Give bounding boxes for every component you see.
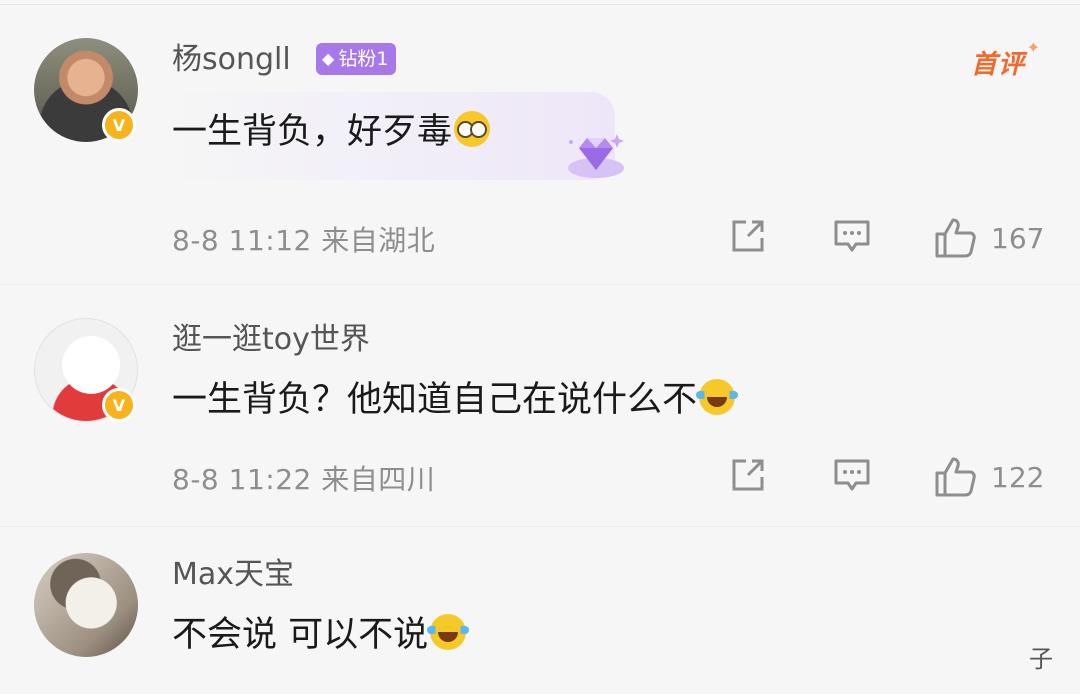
comment-text: 不会说 可以不说 <box>172 611 470 659</box>
first-comment-tag: 首评 ✦ <box>970 38 1040 81</box>
like-button[interactable]: 167 <box>933 216 1044 260</box>
fan-badge[interactable]: ◆ 钻粉1 <box>316 43 397 75</box>
username[interactable]: 杨songll <box>172 43 291 77</box>
divider <box>0 284 1080 285</box>
comment-text: 一生背负？他知道自己在说什么不 <box>172 376 739 424</box>
share-icon <box>732 220 764 252</box>
comment-text: 一生背负，好歹毒 <box>172 108 491 156</box>
diamond-decoration-icon <box>568 134 624 178</box>
verified-badge-icon: V <box>102 388 136 422</box>
username[interactable]: Max天宝 <box>172 558 294 592</box>
like-count: 122 <box>991 460 1045 494</box>
comment-icon <box>834 220 870 252</box>
comment-meta: 8-8 11:22 来自四川 <box>172 458 435 498</box>
reply-button[interactable] <box>832 216 872 256</box>
sparkle-icon: ✦ <box>1026 38 1041 57</box>
like-button[interactable]: 122 <box>933 455 1044 499</box>
laugh-cry-emoji-icon <box>696 379 739 415</box>
share-icon <box>732 459 764 491</box>
first-comment-label: 首评 <box>970 50 1025 80</box>
comment-list: V 杨songll ◆ 钻粉1 首评 ✦ 一生背负，好歹毒 8-8 11:12 … <box>0 0 1080 694</box>
watermark: 子 <box>1029 645 1054 673</box>
laugh-cry-emoji-icon <box>427 614 470 650</box>
comment-text-content: 一生背负，好歹毒 <box>172 112 453 152</box>
comment-text-content: 不会说 可以不说 <box>172 615 429 655</box>
like-count: 167 <box>991 221 1045 255</box>
share-button[interactable] <box>728 216 768 256</box>
comment-meta: 8-8 11:12 来自湖北 <box>172 219 435 259</box>
comment-location: 来自湖北 <box>321 224 436 257</box>
comment-text-content: 一生背负？他知道自己在说什么不 <box>172 380 698 420</box>
thumbs-up-icon <box>935 218 976 258</box>
comment-icon <box>834 459 870 491</box>
top-divider <box>0 4 1080 5</box>
thumbs-up-icon <box>935 457 976 497</box>
share-button[interactable] <box>728 455 768 495</box>
divider <box>0 526 1080 527</box>
comment-date: 8-8 11:22 <box>172 463 312 496</box>
username[interactable]: 逛一逛toy世界 <box>172 323 370 357</box>
comment-date: 8-8 11:12 <box>172 224 312 257</box>
avatar[interactable] <box>34 553 138 657</box>
glasses-emoji-icon <box>454 111 491 147</box>
reply-button[interactable] <box>832 455 872 495</box>
verified-badge-icon: V <box>102 108 136 142</box>
comment-location: 来自四川 <box>321 463 436 496</box>
fan-badge-label: 钻粉1 <box>338 48 389 70</box>
diamond-icon: ◆ <box>322 49 335 68</box>
